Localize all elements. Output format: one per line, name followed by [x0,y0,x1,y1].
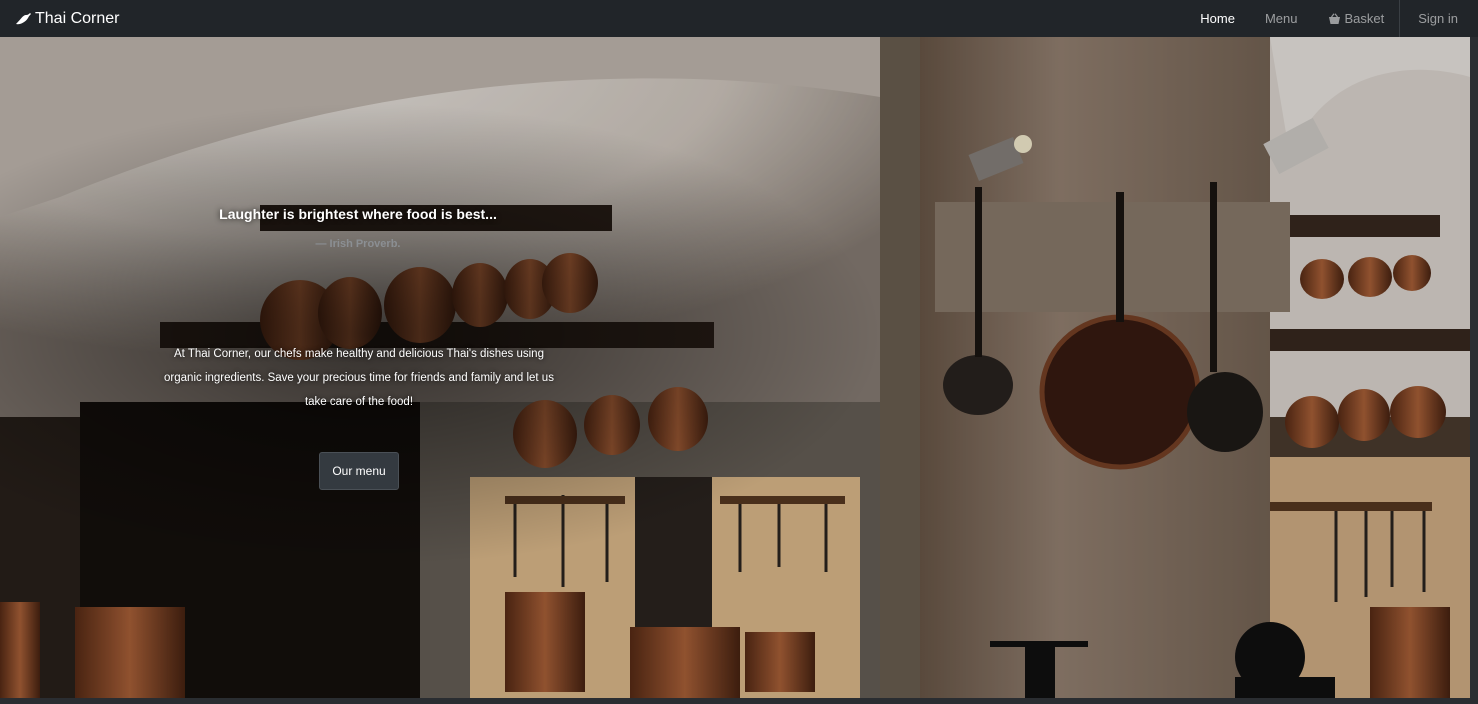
brand-name: Thai Corner [35,9,120,27]
nav-signin-link[interactable]: Sign in [1400,0,1478,37]
basket-icon [1328,12,1340,24]
nav-links: Home Menu Basket Sign in [1185,0,1478,37]
chili-pepper-icon [16,12,31,24]
bottom-strip [0,698,1478,704]
hero-quote-source: — Irish Proverb. [315,238,401,250]
hero-intro-text: At Thai Corner, our chefs make healthy a… [164,348,554,408]
nav-basket-link[interactable]: Basket [1313,0,1400,37]
nav-home-link[interactable]: Home [1185,0,1250,37]
hero-quote: Laughter is brightest where food is best… [219,206,497,222]
basket-label: Basket [1344,11,1385,26]
brand-link[interactable]: Thai Corner [14,0,119,37]
top-navbar: Thai Corner Home Menu Basket Sign in [0,0,1478,37]
page-scrollbar[interactable] [1470,37,1478,698]
hero-banner: Laughter is brightest where food is best… [0,37,1470,698]
nav-menu-link[interactable]: Menu [1250,0,1313,37]
our-menu-button[interactable]: Our menu [319,452,399,490]
